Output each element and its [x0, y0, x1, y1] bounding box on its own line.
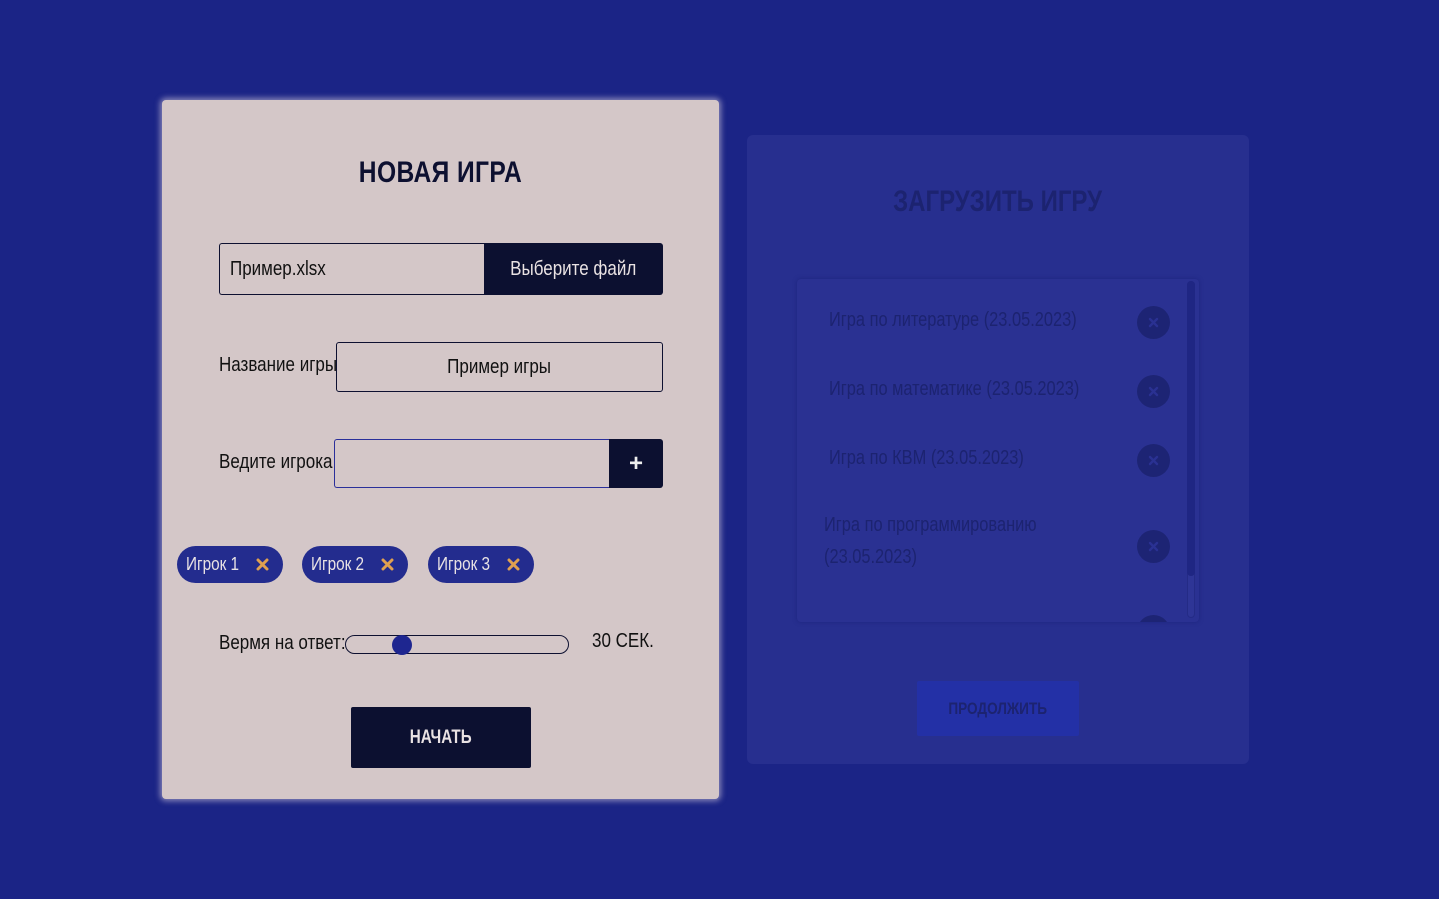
game-name-value: Пример игры — [447, 355, 552, 378]
game-name-label-text: Название игры — [219, 354, 338, 376]
close-icon[interactable] — [1137, 615, 1170, 622]
new-game-panel: НОВАЯ ИГРА Пример.xlsx Выберите файл Наз… — [162, 100, 719, 799]
close-icon[interactable] — [1137, 530, 1170, 563]
saved-game-label: Игра по программированию (23.05.2023) — [824, 514, 1037, 568]
continue-button-label: ПРОДОЛЖИТЬ — [948, 698, 1048, 718]
load-game-title-text: ЗАГРУЗИТЬ ИГРУ — [893, 185, 1103, 218]
start-button[interactable]: НАЧАТЬ — [351, 707, 531, 768]
close-icon[interactable] — [1137, 444, 1170, 477]
load-game-panel: ЗАГРУЗИТЬ ИГРУ Игра по литературе (23.05… — [747, 135, 1249, 764]
load-game-title: ЗАГРУЗИТЬ ИГРУ — [747, 185, 1249, 219]
player-label: Ведите игрока — [219, 451, 353, 474]
list-scrollbar[interactable] — [1187, 281, 1195, 618]
saved-game-item[interactable]: Игра по КВМ (23.05.2023) — [797, 439, 1182, 483]
answer-time-label-text: Вермя на ответ: — [219, 632, 346, 654]
new-game-title: НОВАЯ ИГРА — [358, 156, 523, 189]
saved-game-item[interactable]: Игра по литературе (23.05.2023) — [797, 301, 1182, 345]
saved-game-label: Игра по литературе (23.05.2023) — [829, 309, 1077, 331]
start-button-label: НАЧАТЬ — [410, 726, 472, 748]
saved-games-list: Игра по литературе (23.05.2023) Игра по … — [797, 279, 1199, 622]
add-player-button[interactable]: + — [609, 439, 663, 488]
close-icon[interactable] — [1137, 306, 1170, 339]
file-picker: Пример.xlsx Выберите файл — [219, 243, 663, 295]
saved-game-label: Игра по КВМ (23.05.2023) — [829, 447, 1024, 469]
saved-game-item[interactable]: Игра по математике (23.05.2023) — [797, 370, 1182, 414]
player-label-text: Ведите игрока — [219, 451, 333, 473]
continue-button[interactable]: ПРОДОЛЖИТЬ — [917, 681, 1079, 736]
answer-time-slider[interactable] — [345, 634, 569, 655]
slider-thumb[interactable] — [391, 634, 412, 655]
close-icon[interactable] — [251, 553, 273, 575]
choose-file-label: Выберите файл — [510, 257, 637, 280]
player-chip: Игрок 3 — [428, 546, 534, 583]
answer-time-value: 30 СЕК. — [592, 630, 665, 653]
game-name-input[interactable]: Пример игры — [336, 342, 663, 392]
saved-game-label: Игра по математике (23.05.2023) — [829, 378, 1080, 400]
scrollbar-thumb[interactable] — [1187, 281, 1195, 576]
close-icon[interactable] — [376, 553, 398, 575]
close-icon[interactable] — [1137, 375, 1170, 408]
file-name-text: Пример.xlsx — [230, 257, 326, 280]
close-icon[interactable] — [502, 553, 524, 575]
file-name-field[interactable]: Пример.xlsx — [219, 243, 484, 295]
answer-time-value-text: 30 СЕК. — [592, 630, 654, 652]
player-chip: Игрок 1 — [177, 546, 283, 583]
player-chip-label: Игрок 2 — [311, 554, 365, 574]
saved-game-item[interactable]: Игра по программированию (23.05.2023) — [797, 507, 1182, 581]
player-input[interactable] — [334, 439, 609, 488]
player-chip-label: Игрок 3 — [437, 554, 491, 574]
choose-file-button[interactable]: Выберите файл — [484, 243, 663, 295]
player-chip-label: Игрок 1 — [186, 554, 240, 574]
player-chip: Игрок 2 — [302, 546, 408, 583]
saved-game-item-partial[interactable] — [797, 615, 1182, 622]
plus-icon: + — [628, 449, 643, 477]
